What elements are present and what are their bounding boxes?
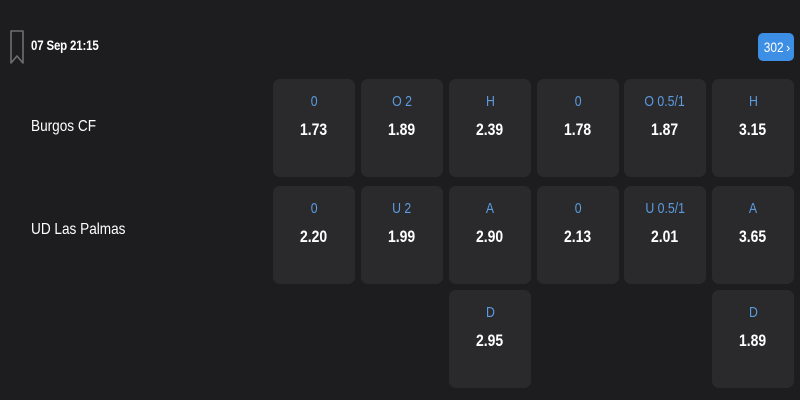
odds-value: 2.20 [300, 227, 328, 246]
odds-label: 0 [574, 200, 582, 217]
odds-value: 2.13 [564, 227, 592, 246]
odds-value: 3.15 [739, 120, 767, 139]
odds-label: A [748, 200, 758, 217]
odds-value: 2.90 [476, 227, 504, 246]
odds-label: 0 [310, 200, 318, 217]
bookmark-icon[interactable] [10, 30, 24, 64]
odds-cell-draw-1x2[interactable]: D 2.95 [449, 290, 531, 388]
odds-cell-home-over-under-1h[interactable]: O 0.5/1 1.87 [624, 79, 706, 177]
odds-label: 0 [574, 93, 582, 110]
odds-label: H [485, 93, 495, 110]
odds-cell-home-handicap-1h[interactable]: 0 1.78 [537, 79, 619, 177]
odds-label: O 2 [392, 93, 412, 110]
odds-value: 2.01 [651, 227, 679, 246]
odds-label: 0 [310, 93, 318, 110]
odds-value: 1.73 [300, 120, 328, 139]
odds-label: A [485, 200, 495, 217]
odds-cell-home-1x2-1h[interactable]: H 3.15 [712, 79, 794, 177]
odds-cell-away-over-under-1h[interactable]: U 0.5/1 2.01 [624, 186, 706, 284]
odds-cell-home-1x2[interactable]: H 2.39 [449, 79, 531, 177]
odds-value: 2.39 [476, 120, 504, 139]
odds-cell-away-handicap-1h[interactable]: 0 2.13 [537, 186, 619, 284]
odds-value: 2.95 [476, 331, 504, 350]
more-markets-count: 302 [763, 39, 784, 55]
odds-cell-home-handicap[interactable]: 0 1.73 [273, 79, 355, 177]
odds-label: O 0.5/1 [644, 93, 686, 110]
odds-label: U 0.5/1 [645, 200, 685, 217]
odds-value: 1.89 [388, 120, 416, 139]
odds-cell-away-over-under[interactable]: U 2 1.99 [361, 186, 443, 284]
match-datetime: 07 Sep 21:15 [31, 37, 99, 53]
odds-value: 1.87 [651, 120, 679, 139]
odds-cell-away-1x2[interactable]: A 2.90 [449, 186, 531, 284]
odds-value: 1.89 [739, 331, 767, 350]
odds-cell-away-1x2-1h[interactable]: A 3.65 [712, 186, 794, 284]
odds-label: U 2 [392, 200, 412, 217]
odds-value: 3.65 [739, 227, 767, 246]
odds-label: D [485, 304, 495, 321]
odds-cell-away-handicap[interactable]: 0 2.20 [273, 186, 355, 284]
chevron-right-icon: › [786, 39, 791, 55]
odds-value: 1.78 [564, 120, 592, 139]
more-markets-button[interactable]: 302 › [758, 33, 794, 61]
away-team-name: UD Las Palmas [31, 221, 126, 238]
odds-cell-home-over-under[interactable]: O 2 1.89 [361, 79, 443, 177]
odds-label: H [748, 93, 758, 110]
odds-label: D [748, 304, 758, 321]
odds-cell-draw-1x2-1h[interactable]: D 1.89 [712, 290, 794, 388]
odds-value: 1.99 [388, 227, 416, 246]
home-team-name: Burgos CF [31, 118, 96, 135]
